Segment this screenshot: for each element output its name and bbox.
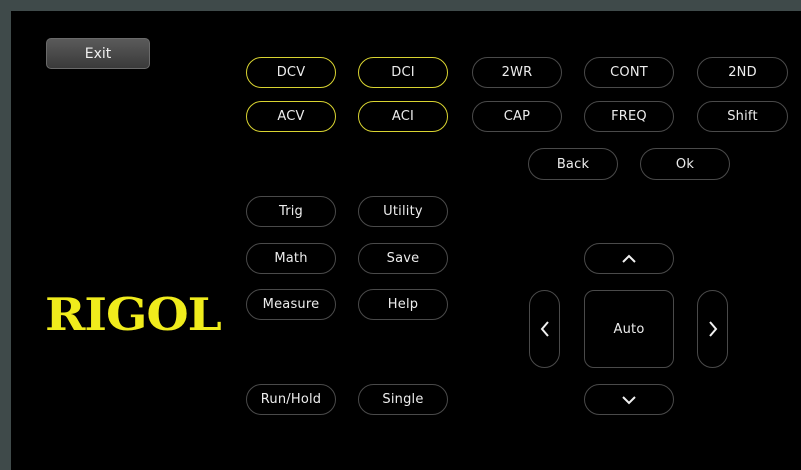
left-button[interactable] — [529, 290, 560, 368]
cap-button[interactable]: CAP — [472, 101, 562, 132]
chevron-left-icon — [540, 321, 549, 337]
utility-button[interactable]: Utility — [358, 196, 448, 227]
single-button[interactable]: Single — [358, 384, 448, 415]
shift-button[interactable]: Shift — [697, 101, 788, 132]
help-button[interactable]: Help — [358, 289, 448, 320]
trig-button[interactable]: Trig — [246, 196, 336, 227]
dcv-button[interactable]: DCV — [246, 57, 336, 88]
dci-button[interactable]: DCI — [358, 57, 448, 88]
auto-button[interactable]: Auto — [584, 290, 674, 368]
freq-button[interactable]: FREQ — [584, 101, 674, 132]
chevron-up-icon — [622, 254, 636, 263]
right-button[interactable] — [697, 290, 728, 368]
chevron-right-icon — [708, 321, 717, 337]
cont-button[interactable]: CONT — [584, 57, 674, 88]
2nd-button[interactable]: 2ND — [697, 57, 788, 88]
rigol-logo: RIGOL — [45, 288, 222, 341]
ok-button[interactable]: Ok — [640, 148, 730, 180]
math-button[interactable]: Math — [246, 243, 336, 274]
run-hold-button[interactable]: Run/Hold — [246, 384, 336, 415]
measure-button[interactable]: Measure — [246, 289, 336, 320]
up-button[interactable] — [584, 243, 674, 274]
control-panel: Exit DCV DCI 2WR CONT 2ND ACV ACI CAP FR… — [11, 11, 801, 470]
down-button[interactable] — [584, 384, 674, 415]
aci-button[interactable]: ACI — [358, 101, 448, 132]
2wr-button[interactable]: 2WR — [472, 57, 562, 88]
acv-button[interactable]: ACV — [246, 101, 336, 132]
save-button[interactable]: Save — [358, 243, 448, 274]
exit-button[interactable]: Exit — [46, 38, 150, 69]
back-button[interactable]: Back — [528, 148, 618, 180]
chevron-down-icon — [622, 395, 636, 404]
